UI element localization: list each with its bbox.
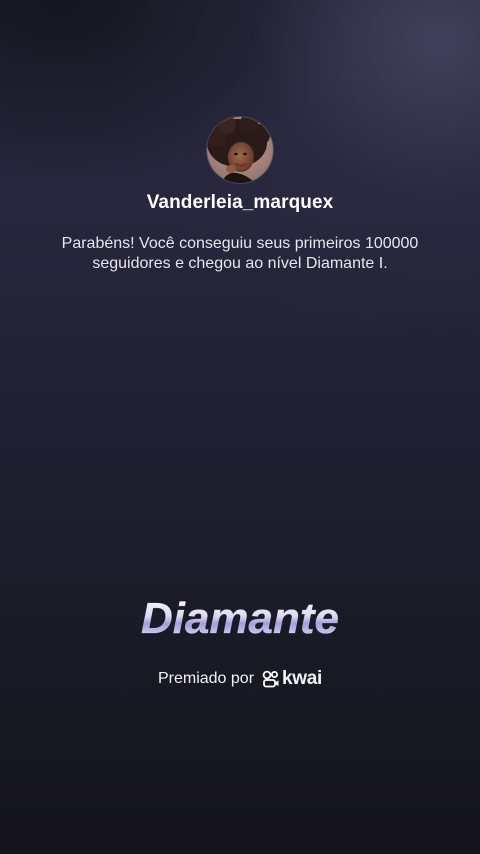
level-name: Diamante [0,590,480,651]
sponsor-line: Premiado por kwai [0,668,480,690]
avatar[interactable] [207,117,273,183]
avatar-photo [207,117,273,183]
celebration-screen: Vanderleia_marquex Parabéns! Você conseg… [0,0,480,854]
sponsor-label: Premiado por [157,670,255,687]
kwai-logo-icon [262,670,279,688]
level-name-text: Diamante [141,594,339,643]
kwai-brand-name: kwai [282,668,323,689]
level-name-graphic: Diamante [141,594,340,644]
kwai-brand: kwai [262,668,322,690]
congratulation-message: Parabéns! Você conseguiu seus primeiros … [61,235,419,272]
username: Vanderleia_marquex [146,192,334,213]
